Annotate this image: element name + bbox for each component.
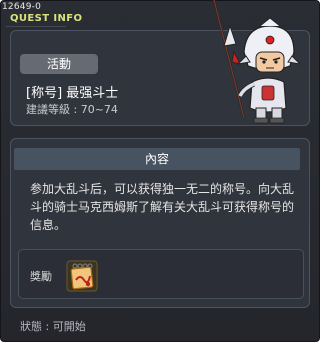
quest-name: [称号] 最强斗士 bbox=[26, 86, 119, 101]
window-title: QUEST INFO bbox=[10, 13, 83, 24]
quest-description: 参加大乱斗后，可以获得独一无二的称号。向大乱斗的骑士马克西姆斯了解有关大乱斗可获… bbox=[30, 182, 295, 232]
scroll-certificate-icon[interactable] bbox=[66, 260, 98, 292]
armored-knight-npc-icon bbox=[212, 0, 300, 124]
reward-label: 獎勵 bbox=[30, 270, 52, 283]
quest-code: 12649-0 bbox=[2, 2, 42, 12]
quest-status: 狀態 : 可開始 bbox=[20, 320, 86, 333]
recommended-level: 建議等級 : 70~74 bbox=[26, 103, 118, 116]
title-divider bbox=[6, 26, 66, 27]
quest-type-badge: 活動 bbox=[20, 54, 98, 74]
content-header: 內容 bbox=[14, 148, 300, 170]
reward-box bbox=[18, 249, 304, 299]
